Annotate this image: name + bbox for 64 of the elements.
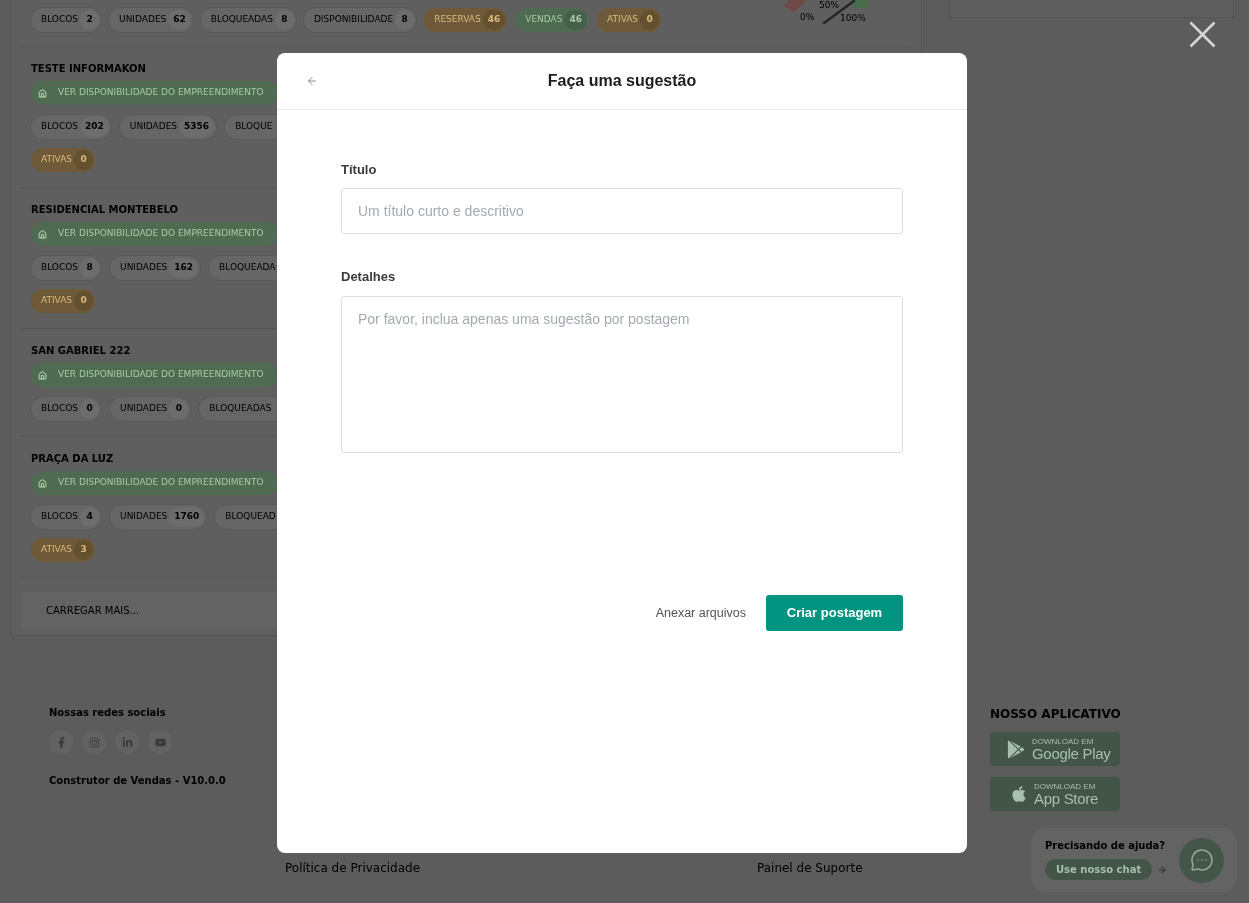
stat-chip: BLOCOS 202	[31, 115, 111, 139]
field-label: Detalhes	[341, 269, 396, 285]
project-title: PRAÇA DA LUZ	[31, 453, 114, 465]
chat-button[interactable]: Use nosso chat	[1045, 859, 1153, 880]
stat-chip: ATIVAS 0	[597, 8, 662, 32]
title-input[interactable]: Um título curto e descritivo	[341, 188, 903, 234]
dialog-title: Faça uma sugestão	[547, 71, 697, 91]
submit-button[interactable]: Criar postagem	[766, 595, 903, 631]
stat-chip: BLOCOS 2	[31, 8, 102, 32]
stat-chip: BLOCOS 8	[31, 256, 102, 280]
version-text: Construtor de Vendas - V10.0.0	[49, 775, 226, 787]
stat-chip: UNIDADES 162	[110, 256, 201, 280]
stat-chip: BLOQUEADAS	[199, 397, 278, 421]
footer-link[interactable]: Painel de Suporte	[757, 861, 863, 875]
availability-button[interactable]: VER DISPONIBILIDADE DO EMPREENDIMENTO	[31, 81, 278, 105]
load-more-button[interactable]: CARREGAR MAIS...	[21, 592, 278, 628]
stat-chip: RESERVAS 46	[424, 8, 508, 32]
facebook-icon[interactable]	[49, 730, 73, 754]
stat-chip: BLOQUEADAS 8	[200, 8, 296, 32]
stat-chip: ATIVAS 0	[31, 148, 96, 172]
stat-chip: DISPONIBILIDADE 8	[303, 8, 417, 32]
arrow-right-icon	[1157, 864, 1168, 875]
app-heading: NOSSO APLICATIVO	[990, 707, 1120, 721]
stat-chip: UNIDADES 1760	[110, 505, 207, 529]
gauge-label: 100%	[840, 13, 866, 23]
help-prompt: Precisando de ajuda?	[1045, 840, 1167, 852]
back-icon[interactable]	[306, 75, 318, 87]
stat-chip: BLOQUEAD	[215, 505, 278, 529]
linkedin-icon[interactable]	[115, 730, 139, 754]
play-icon	[1007, 739, 1025, 759]
stat-chip: UNIDADES 5356	[119, 115, 217, 139]
social-heading: Nossas redes sociais	[49, 707, 167, 719]
details-textarea[interactable]: Por favor, inclua apenas uma sugestão por postagem	[341, 296, 903, 453]
availability-button[interactable]: VER DISPONIBILIDADE DO EMPREENDIMENTO	[31, 363, 278, 387]
home-icon	[38, 229, 47, 239]
stat-chip: BLOQUEADA	[209, 256, 278, 280]
stat-chip: ATIVAS 0	[31, 289, 96, 313]
stat-chip: VENDAS 46	[515, 8, 589, 32]
stat-chip: BLOCOS 4	[31, 505, 102, 529]
stat-chip: UNIDADES 0	[110, 397, 191, 421]
apple-icon	[1011, 785, 1027, 803]
attach-files-link[interactable]: Anexar arquivos	[655, 603, 746, 623]
stat-chip: BLOQUE	[225, 115, 278, 139]
home-icon	[38, 88, 47, 98]
footer-link[interactable]: Política de Privacidade	[285, 861, 421, 875]
availability-button[interactable]: VER DISPONIBILIDADE DO EMPREENDIMENTO	[31, 471, 278, 495]
home-icon	[38, 478, 47, 488]
youtube-icon[interactable]	[148, 730, 172, 754]
google-play-link[interactable]: DOWNLOAD EM Google Play	[990, 732, 1120, 766]
project-title: RESIDENCIAL MONTEBELO	[31, 204, 179, 216]
chat-icon[interactable]	[1179, 837, 1224, 883]
home-icon	[38, 370, 47, 380]
stat-chip: UNIDADES 62	[109, 8, 193, 32]
app-store-link[interactable]: DOWNLOAD EM App Store	[990, 777, 1120, 811]
stat-chip: BLOCOS 0	[31, 397, 102, 421]
field-label: Título	[341, 162, 377, 178]
gauge-label: 0%	[800, 12, 815, 22]
gauge-label: 50%	[819, 0, 839, 10]
instagram-icon[interactable]	[82, 730, 106, 754]
project-title: TESTE INFORMAKON	[31, 63, 146, 75]
availability-button[interactable]: VER DISPONIBILIDADE DO EMPREENDIMENTO	[31, 222, 278, 246]
stat-chip: ATIVAS 3	[31, 538, 96, 562]
close-icon[interactable]	[1189, 21, 1216, 48]
project-title: SAN GABRIEL 222	[31, 345, 131, 357]
